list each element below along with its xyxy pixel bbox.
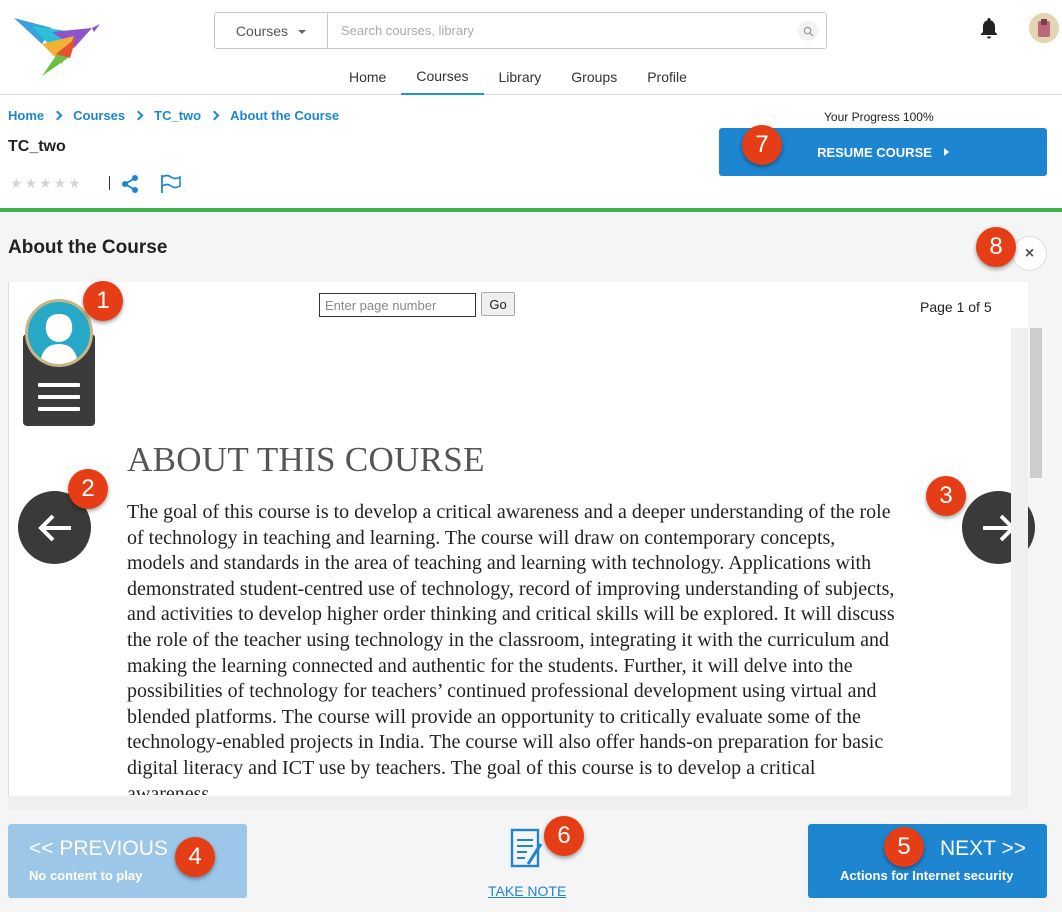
horizontal-scrollbar[interactable] (8, 796, 1028, 810)
rating-stars[interactable]: ★ ★ ★ ★ ★ (10, 175, 81, 192)
search-icon[interactable] (798, 21, 818, 41)
nav-courses[interactable]: Courses (401, 58, 484, 95)
previous-sublabel: No content to play (29, 868, 143, 883)
star-icon[interactable]: ★ (25, 175, 38, 192)
top-header: Courses Home Courses Library Groups Prof… (0, 0, 1062, 95)
next-sublabel: Actions for Internet security (840, 868, 1014, 883)
star-icon[interactable]: ★ (68, 175, 81, 192)
chevron-right-icon (133, 110, 144, 121)
course-title: TC_two (8, 138, 66, 155)
page-number-input[interactable] (319, 293, 476, 317)
scrollbar-thumb[interactable] (1030, 328, 1042, 478)
vertical-scrollbar[interactable] (1011, 328, 1028, 796)
take-note-icon[interactable] (509, 826, 545, 872)
annotation-badge-4: 4 (175, 837, 215, 877)
search-input[interactable] (328, 13, 826, 48)
flag-icon[interactable] (160, 174, 182, 194)
chevron-right-icon (52, 110, 63, 121)
breadcrumb: Home Courses TC_two About the Course (8, 108, 339, 123)
breadcrumb-current[interactable]: About the Course (230, 108, 339, 123)
main-nav: Home Courses Library Groups Profile (334, 58, 702, 95)
breadcrumb-courses[interactable]: Courses (73, 108, 125, 123)
document-heading: ABOUT THIS COURSE (127, 440, 485, 479)
annotation-badge-1: 1 (83, 281, 123, 321)
annotation-badge-7: 7 (742, 125, 782, 165)
page-indicator: Page 1 of 5 (920, 299, 992, 315)
annotation-badge-2: 2 (68, 469, 108, 509)
nav-groups[interactable]: Groups (556, 58, 632, 95)
next-button[interactable]: NEXT >> Actions for Internet security (808, 824, 1047, 898)
annotation-badge-8: 8 (976, 227, 1016, 267)
previous-label: << PREVIOUS (29, 837, 168, 860)
search-bar: Courses (214, 12, 827, 49)
breadcrumb-course[interactable]: TC_two (154, 108, 201, 123)
progress-text: Your Progress 100% (824, 110, 934, 124)
nav-home[interactable]: Home (334, 58, 401, 95)
user-avatar[interactable] (1029, 13, 1059, 43)
next-label: NEXT >> (940, 837, 1026, 860)
nav-profile[interactable]: Profile (632, 58, 702, 95)
narrator-avatar-icon[interactable] (25, 299, 93, 367)
document-body: The goal of this course is to develop a … (127, 501, 895, 795)
go-button[interactable]: Go (481, 292, 515, 316)
hamburger-menu-icon[interactable] (38, 383, 80, 413)
caret-down-icon (298, 30, 307, 34)
annotation-badge-3: 3 (926, 476, 966, 516)
breadcrumb-home[interactable]: Home (8, 108, 44, 123)
chevron-right-icon (209, 110, 220, 121)
search-category-dropdown[interactable]: Courses (215, 13, 328, 48)
divider (109, 176, 110, 190)
search-category-label: Courses (235, 22, 289, 39)
take-note-link[interactable]: TAKE NOTE (488, 883, 566, 899)
annotation-badge-5: 5 (884, 827, 924, 867)
star-icon[interactable]: ★ (39, 175, 52, 192)
star-icon[interactable]: ★ (10, 175, 23, 192)
resume-course-label: RESUME COURSE (817, 144, 932, 160)
nav-library[interactable]: Library (484, 58, 557, 95)
play-icon (943, 148, 949, 156)
section-title: About the Course (8, 237, 168, 258)
close-button[interactable]: × (1012, 236, 1047, 271)
arrow-left-icon (37, 514, 71, 541)
logo-icon[interactable] (12, 14, 100, 78)
annotation-badge-6: 6 (544, 816, 584, 856)
star-icon[interactable]: ★ (54, 175, 67, 192)
bell-icon[interactable] (977, 16, 1001, 40)
share-icon[interactable] (120, 174, 140, 194)
